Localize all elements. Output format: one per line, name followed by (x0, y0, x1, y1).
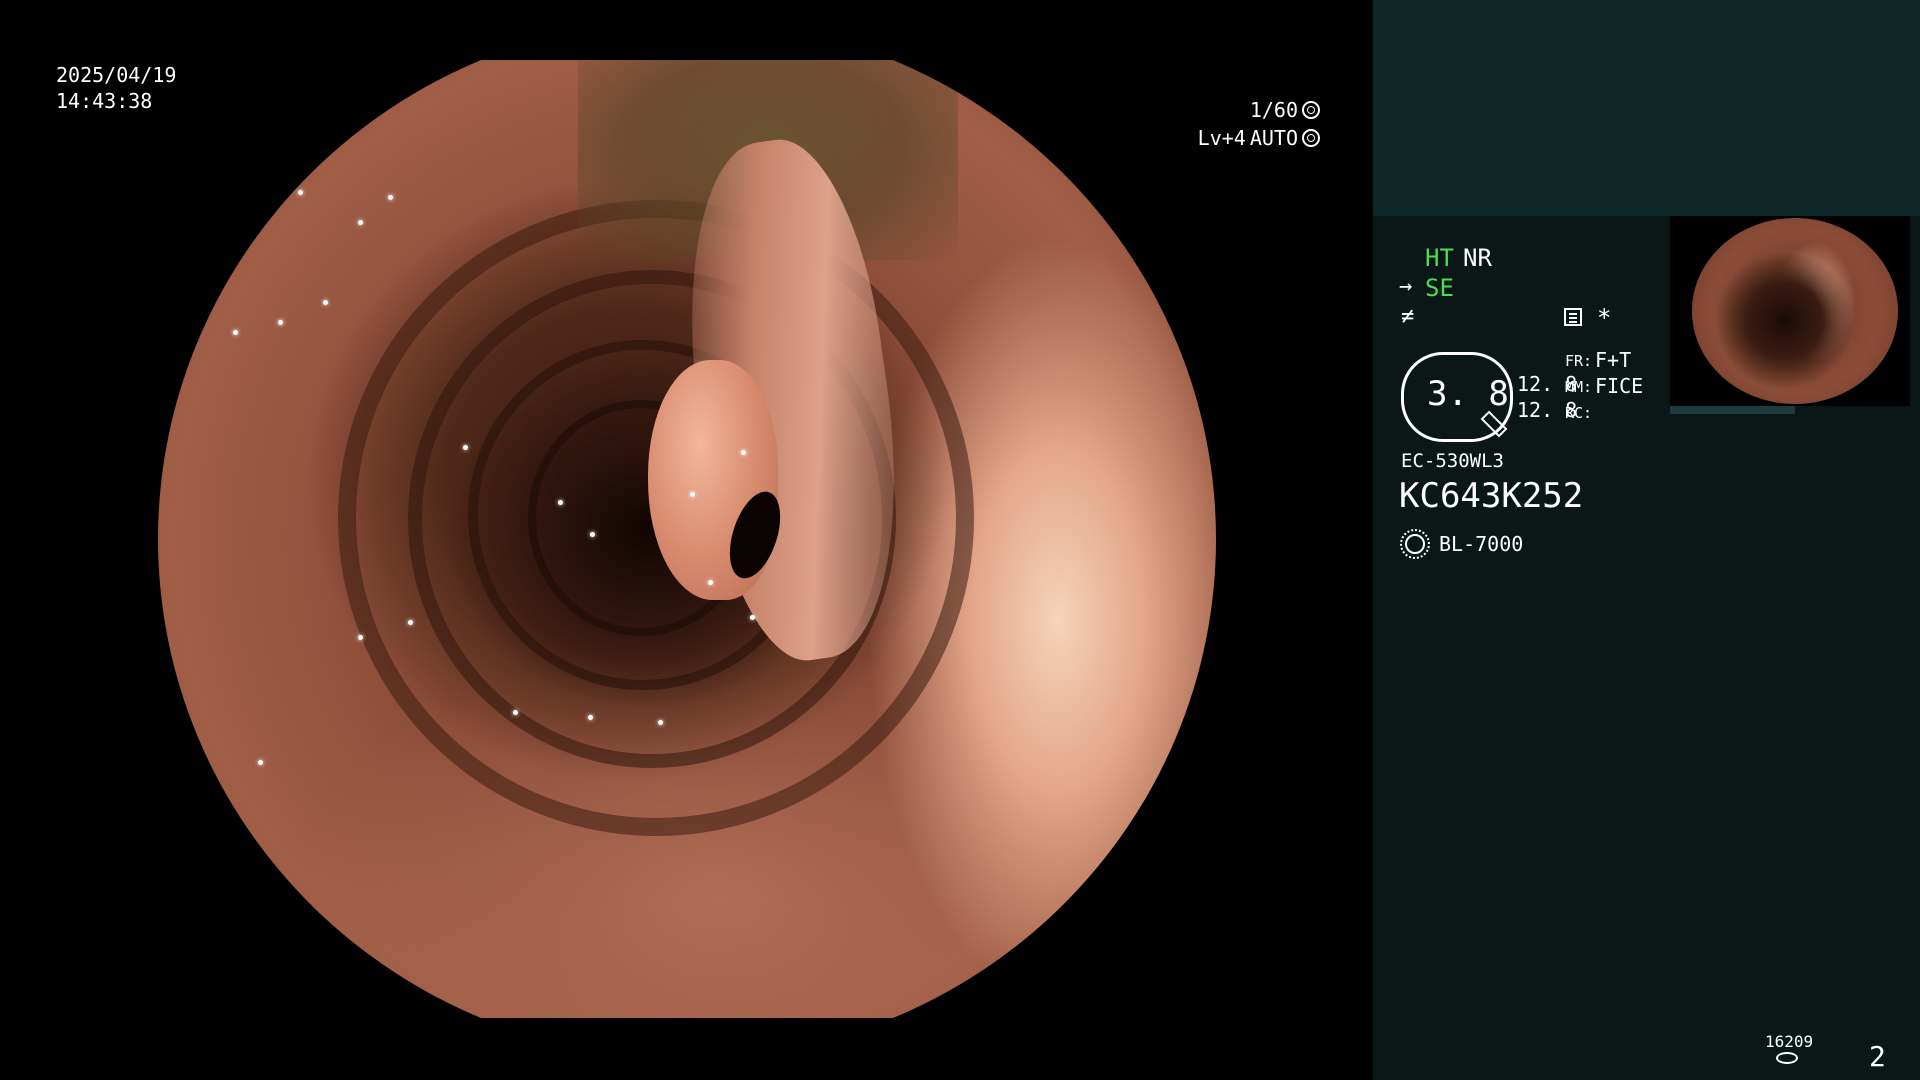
info-panel: HT NR → SE ≠ * 3. 8 12. 8 12. 8 FR: F+T … (1373, 0, 1920, 1080)
specular-highlight (463, 445, 468, 450)
specular-highlight (408, 620, 413, 625)
mm-label: MM: (1565, 378, 1593, 396)
thumbnail-preview[interactable] (1670, 216, 1910, 414)
panel-header-area (1373, 0, 1920, 216)
specular-highlight (233, 330, 238, 335)
rc-label: RC: (1565, 404, 1593, 422)
storage-icon (1776, 1052, 1798, 1064)
specular-highlight (258, 760, 263, 765)
mm-value: FICE (1595, 374, 1644, 398)
iris-level: Lv+4 (1197, 126, 1246, 150)
light-source-name: BL-7000 (1439, 532, 1524, 556)
ht-indicator: HT (1425, 244, 1454, 272)
specular-highlight (513, 710, 518, 715)
color-enhance-icon: ≠ (1401, 304, 1415, 329)
light-source-icon (1400, 529, 1430, 559)
page-number: 2 (1869, 1040, 1886, 1073)
specular-highlight (358, 220, 363, 225)
menu-icon (1564, 308, 1582, 326)
specular-highlight (750, 615, 755, 620)
specular-highlight (588, 715, 593, 720)
specular-highlight (558, 500, 563, 505)
endoscope-live-view: 2025/04/19 14:43:38 1/60 Lv+4 AUTO (0, 0, 1373, 1080)
fr-value: F+T (1595, 348, 1632, 372)
specular-highlight (708, 580, 713, 585)
time-text: 14:43:38 (56, 89, 153, 113)
specular-highlight (658, 720, 663, 725)
shutter-row: 1/60 (1150, 96, 1320, 124)
scope-model: EC-530WL3 (1401, 450, 1504, 472)
specular-highlight (358, 635, 363, 640)
se-indicator: SE (1425, 274, 1454, 302)
fr-label: FR: (1565, 352, 1593, 370)
specular-highlight (741, 450, 746, 455)
iris-icon (1302, 129, 1320, 147)
scope-serial: KC643K252 (1399, 476, 1584, 516)
iris-mode: AUTO (1249, 126, 1298, 150)
specular-highlight (690, 492, 695, 497)
structure-enhance-icon: → (1399, 274, 1413, 299)
specular-highlight (590, 532, 595, 537)
thumbnail-status-bar (1670, 406, 1795, 414)
specular-highlight (278, 320, 283, 325)
endoscope-image (158, 60, 1216, 1018)
shutter-value: 1/60 (1249, 98, 1298, 122)
shutter-icon (1302, 101, 1320, 119)
specular-highlight (298, 190, 303, 195)
date-time-stamp: 2025/04/19 14:43:38 (56, 62, 176, 114)
zoom-value: 3. 8 (1427, 374, 1509, 414)
thumbnail-image (1692, 218, 1898, 404)
specular-highlight (388, 195, 393, 200)
nr-indicator: NR (1463, 244, 1492, 272)
exposure-status: 1/60 Lv+4 AUTO (1150, 96, 1320, 152)
iris-row: Lv+4 AUTO (1150, 124, 1320, 152)
image-counter: 16209 (1765, 1032, 1814, 1051)
specular-highlight (323, 300, 328, 305)
date-text: 2025/04/19 (56, 63, 177, 87)
asterisk-icon: * (1597, 304, 1612, 332)
